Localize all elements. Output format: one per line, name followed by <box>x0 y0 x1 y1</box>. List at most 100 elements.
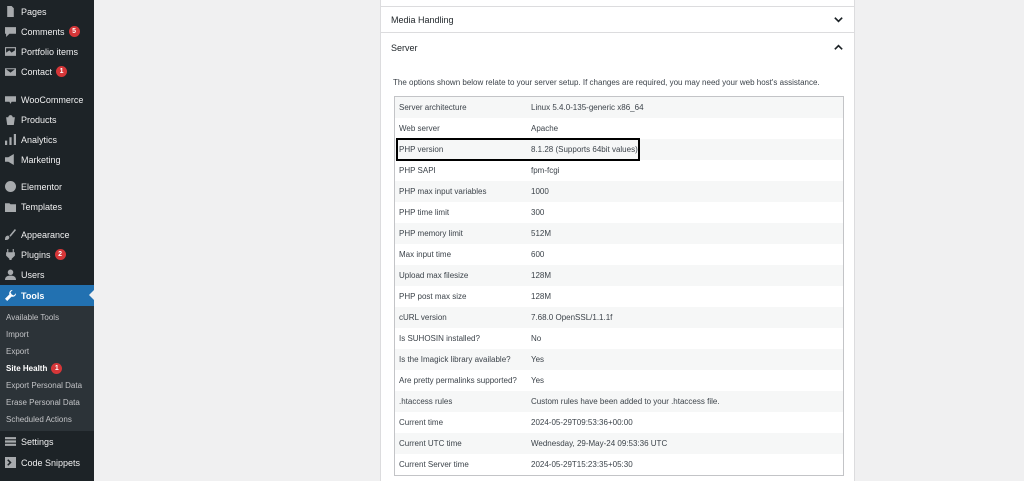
table-row: PHP post max size 128M <box>395 286 843 307</box>
submenu-export-personal-data[interactable]: Export Personal Data <box>0 377 94 394</box>
accordion-title: Media Handling <box>391 14 454 25</box>
plugins-badge: 2 <box>54 249 66 260</box>
menu-label: Elementor <box>21 181 63 192</box>
menu-comments[interactable]: Comments 5 <box>0 21 94 42</box>
server-description: The options shown below relate to your s… <box>393 78 820 87</box>
menu-label: Settings <box>21 436 54 447</box>
table-row: Upload max filesize 128M <box>395 265 843 286</box>
row-label: .htaccess rules <box>399 397 453 406</box>
row-value: 128M <box>531 271 552 280</box>
submenu-erase-personal-data[interactable]: Erase Personal Data <box>0 394 94 411</box>
table-row: PHP SAPI fpm-fcgi <box>395 160 843 181</box>
menu-label: Pages <box>21 6 47 17</box>
row-value: 128M <box>531 292 552 301</box>
submenu-label: Scheduled Actions <box>6 415 72 424</box>
table-row: Web server Apache <box>395 118 843 139</box>
menu-products[interactable]: Products <box>0 109 94 130</box>
menu-code-snippets[interactable]: Code Snippets <box>0 452 94 473</box>
table-row: Current UTC time Wednesday, 29-May-24 09:… <box>395 433 843 454</box>
menu-portfolio-items[interactable]: Portfolio items <box>0 41 94 62</box>
marketing-icon <box>5 154 16 165</box>
row-value: No <box>531 334 542 343</box>
submenu-label: Erase Personal Data <box>6 398 80 407</box>
contact-icon <box>5 66 16 77</box>
row-value: 600 <box>531 250 545 259</box>
row-value: 2024-05-29T15:23:35+05:30 <box>531 460 633 469</box>
menu-label: Marketing <box>21 154 61 165</box>
submenu-label: Import <box>6 330 29 339</box>
row-value: Yes <box>531 376 545 385</box>
table-row: Are pretty permalinks supported? Yes <box>395 370 843 391</box>
menu-label: Comments <box>21 26 65 37</box>
templates-icon <box>5 201 16 212</box>
row-value: 7.68.0 OpenSSL/1.1.1f <box>531 313 613 322</box>
table-row: Current time 2024-05-29T09:53:36+00:00 <box>395 412 843 433</box>
menu-elementor[interactable]: Elementor <box>0 176 94 197</box>
chevron-down-icon <box>834 17 843 23</box>
admin-sidebar: Pages Comments 5 Portfolio items Contact… <box>0 0 94 481</box>
row-label: Is the Imagick library available? <box>399 355 511 364</box>
row-label: PHP max input variables <box>399 187 487 196</box>
menu-tools[interactable]: Tools <box>0 285 94 306</box>
menu-label: Plugins <box>21 249 51 260</box>
submenu-available-tools[interactable]: Available Tools <box>0 309 94 326</box>
table-row: PHP time limit 300 <box>395 202 843 223</box>
menu-label: Users <box>21 269 45 280</box>
table-row: PHP memory limit 512M <box>395 223 843 244</box>
portfolio-icon <box>5 46 16 57</box>
row-value: 512M <box>531 229 552 238</box>
row-label: Current time <box>399 418 444 427</box>
menu-settings[interactable]: Settings <box>0 431 94 452</box>
menu-marketing[interactable]: Marketing <box>0 149 94 170</box>
submenu-label: Site Health <box>6 364 48 373</box>
row-label: Are pretty permalinks supported? <box>399 376 517 385</box>
row-label: PHP memory limit <box>399 229 463 238</box>
row-value: Wednesday, 29-May-24 09:53:36 UTC <box>531 439 668 448</box>
row-label: Server architecture <box>399 103 467 112</box>
row-value: fpm-fcgi <box>531 166 560 175</box>
submenu-site-health[interactable]: Site Health 1 <box>0 360 94 377</box>
woocommerce-icon <box>5 94 16 105</box>
menu-appearance[interactable]: Appearance <box>0 224 94 245</box>
submenu-label: Export Personal Data <box>6 381 83 390</box>
row-value: Apache <box>531 124 559 133</box>
menu-contact[interactable]: Contact 1 <box>0 61 94 82</box>
table-row: Server architecture Linux 5.4.0-135-gener… <box>395 97 843 118</box>
row-label: Current Server time <box>399 460 469 469</box>
table-row: Is SUHOSIN installed? No <box>395 328 843 349</box>
menu-plugins[interactable]: Plugins 2 <box>0 244 94 265</box>
table-row: cURL version 7.68.0 OpenSSL/1.1.1f <box>395 307 843 328</box>
contact-badge: 1 <box>56 66 68 77</box>
menu-woocommerce[interactable]: WooCommerce <box>0 89 94 110</box>
menu-label: Code Snippets <box>21 457 81 468</box>
menu-pages[interactable]: Pages <box>0 1 94 22</box>
row-value: Yes <box>531 355 545 364</box>
row-label: Is SUHOSIN installed? <box>399 334 480 343</box>
menu-label: Products <box>21 114 57 125</box>
table-row: .htaccess rules Custom rules have been ad… <box>395 391 843 412</box>
row-label: Max input time <box>399 250 452 259</box>
comments-icon <box>5 26 16 37</box>
pages-icon <box>5 6 16 17</box>
plugins-icon <box>5 249 16 260</box>
row-label: Web server <box>399 124 440 133</box>
tools-submenu: Available Tools Import Export Site Healt… <box>0 306 94 431</box>
table-row: Current Server time 2024-05-29T15:23:35+0… <box>395 454 843 475</box>
menu-users[interactable]: Users <box>0 264 94 285</box>
row-label: Current UTC time <box>399 439 462 448</box>
submenu-export[interactable]: Export <box>0 343 94 360</box>
row-value: Custom rules have been added to your .ht… <box>531 397 720 406</box>
settings-icon <box>5 436 16 447</box>
accordion-media-handling[interactable]: Media Handling <box>381 6 854 33</box>
appearance-icon <box>5 229 16 240</box>
menu-label: Templates <box>21 201 63 212</box>
menu-analytics[interactable]: Analytics <box>0 129 94 150</box>
submenu-scheduled-actions[interactable]: Scheduled Actions <box>0 411 94 428</box>
submenu-import[interactable]: Import <box>0 326 94 343</box>
row-value: 2024-05-29T09:53:36+00:00 <box>531 418 633 427</box>
menu-templates[interactable]: Templates <box>0 196 94 217</box>
tools-icon <box>5 290 16 301</box>
accordion-server[interactable]: Server <box>381 34 854 61</box>
menu-label: Tools <box>21 290 45 301</box>
menu-label: Portfolio items <box>21 46 79 57</box>
